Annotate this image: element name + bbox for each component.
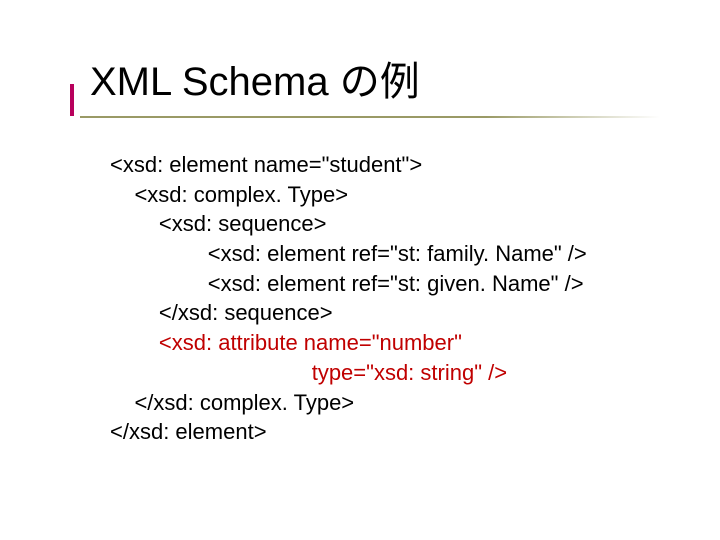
code-line-attribute: <xsd: attribute name="number" [110,330,462,355]
code-line: <xsd: sequence> [110,211,326,236]
code-line: <xsd: complex. Type> [110,182,348,207]
title-accent-bar [70,84,74,116]
code-line: </xsd: sequence> [110,300,333,325]
title-underline [80,116,660,118]
code-line: </xsd: element> [110,419,267,444]
slide: XML Schema の例 <xsd: element name="studen… [0,0,720,540]
code-line: <xsd: element ref="st: given. Name" /> [110,271,584,296]
code-line: <xsd: element ref="st: family. Name" /> [110,241,587,266]
slide-title: XML Schema の例 [90,60,420,104]
code-line: </xsd: complex. Type> [110,390,354,415]
code-block: <xsd: element name="student"> <xsd: comp… [110,150,587,447]
code-line-attribute: type="xsd: string" /> [110,360,507,385]
code-line: <xsd: element name="student"> [110,152,422,177]
